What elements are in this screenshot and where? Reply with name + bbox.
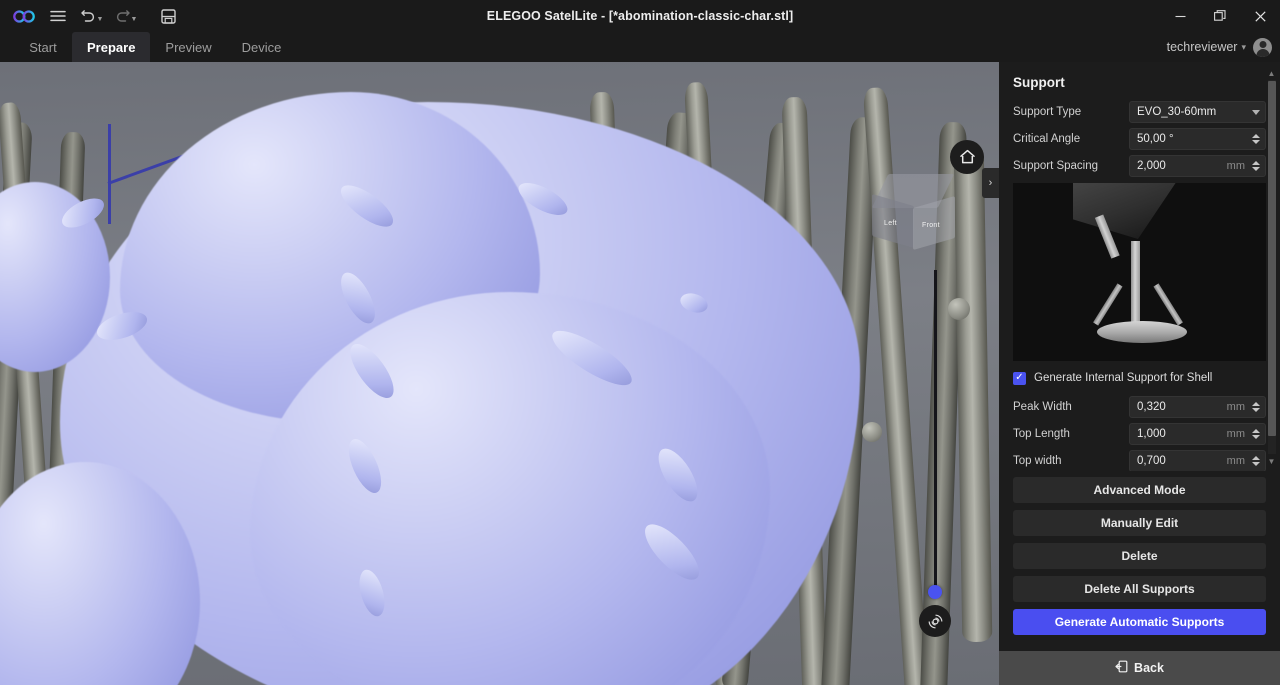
panel-scrollbar[interactable]: ▲ ▼ [1265,67,1278,467]
support-settings-panel: Support Support Type EVO_30-60mm Critica… [999,62,1280,685]
advanced-mode-button[interactable]: Advanced Mode [1013,477,1266,503]
back-button[interactable]: Back [999,651,1280,685]
support-type-value: EVO_30-60mm [1137,106,1217,118]
elegoo-infinity-logo[interactable] [7,1,41,31]
support-spacing-input[interactable]: 2,000 mm [1129,155,1266,177]
preview-support-shaft [1131,241,1140,329]
app-window: ▼ ▼ ELEGOO SatelLite - [*abomination-cla… [0,0,1280,685]
save-icon[interactable] [151,1,185,31]
view-cube-front-label: Front [922,222,940,229]
view-cube-left-label: Left [884,220,897,227]
restore-window-icon[interactable] [1200,0,1240,32]
undo-icon[interactable]: ▼ [75,1,109,31]
3d-viewport[interactable]: › Left Front [0,62,999,685]
tab-prepare[interactable]: Prepare [72,32,151,62]
back-arrow-icon [1115,660,1128,676]
layer-slider-track[interactable] [934,270,937,592]
manually-edit-button[interactable]: Manually Edit [1013,510,1266,536]
row-critical-angle: Critical Angle 50,00 ° [1013,128,1266,150]
target-center-icon[interactable] [919,605,951,637]
label-top-length: Top Length [1013,428,1070,440]
panel-scroll-area[interactable]: Support Support Type EVO_30-60mm Critica… [999,62,1280,471]
preview-support-leg-left [1093,283,1123,326]
support-type-dropdown[interactable]: EVO_30-60mm [1129,101,1266,123]
tab-start[interactable]: Start [14,32,72,62]
label-critical-angle: Critical Angle [1013,133,1081,145]
delete-button[interactable]: Delete [1013,543,1266,569]
spinner-icon[interactable] [1251,402,1260,412]
redo-dropdown-caret[interactable]: ▼ [131,16,138,23]
back-label: Back [1134,661,1164,675]
scroll-down-arrow-icon[interactable]: ▼ [1265,455,1278,467]
peak-width-input[interactable]: 0,320 mm [1129,396,1266,418]
label-support-type: Support Type [1013,106,1082,118]
home-icon[interactable] [950,140,984,174]
top-width-value: 0,700 [1137,455,1166,467]
redo-icon[interactable]: ▼ [109,1,143,31]
preview-overhang-surface [1073,183,1185,239]
spinner-icon[interactable] [1251,456,1260,466]
unit-label: mm [1226,160,1245,172]
window-controls [1160,0,1280,32]
hamburger-menu-icon[interactable] [41,1,75,31]
critical-angle-value: 50,00 ° [1137,133,1174,145]
top-length-value: 1,000 [1137,428,1166,440]
preview-support-leg-right [1153,283,1183,326]
view-cube[interactable]: Left Front [871,174,958,252]
label-peak-width: Peak Width [1013,401,1072,413]
minimize-icon[interactable] [1160,0,1200,32]
3d-scene: › Left Front [0,62,999,685]
unit-label: mm [1226,401,1245,413]
row-top-width: Top width 0,700 mm [1013,450,1266,471]
generate-internal-support-checkbox-row[interactable]: ✓ Generate Internal Support for Shell [1013,368,1266,388]
support-spacing-value: 2,000 [1137,160,1166,172]
undo-dropdown-caret[interactable]: ▼ [97,16,104,23]
row-support-type: Support Type EVO_30-60mm [1013,101,1266,123]
critical-angle-input[interactable]: 50,00 ° [1129,128,1266,150]
user-name: techreviewer [1166,40,1238,54]
title-bar: ▼ ▼ ELEGOO SatelLite - [*abomination-cla… [0,0,1280,32]
build-plate-axis-line [108,124,111,224]
tab-preview[interactable]: Preview [150,32,226,62]
row-support-spacing: Support Spacing 2,000 mm [1013,155,1266,177]
spinner-icon[interactable] [1251,161,1260,171]
row-peak-width: Peak Width 0,320 mm [1013,396,1266,418]
window-title: ELEGOO SatelLite - [*abomination-classic… [486,9,794,23]
user-menu[interactable]: techreviewer ▾ [1167,32,1272,62]
chevron-down-icon[interactable] [1252,109,1260,115]
generate-automatic-supports-button[interactable]: Generate Automatic Supports [1013,609,1266,635]
tab-device[interactable]: Device [227,32,297,62]
generate-internal-support-checkbox[interactable]: ✓ [1013,371,1026,385]
peak-width-value: 0,320 [1137,401,1166,413]
top-width-input[interactable]: 0,700 mm [1129,450,1266,471]
top-length-input[interactable]: 1,000 mm [1129,423,1266,445]
label-support-spacing: Support Spacing [1013,160,1099,172]
spinner-icon[interactable] [1251,134,1260,144]
panel-title: Support [1013,75,1065,90]
unit-label: mm [1226,428,1245,440]
titlebar-toolbar: ▼ ▼ [0,0,185,32]
label-top-width: Top width [1013,455,1062,467]
scroll-up-arrow-icon[interactable]: ▲ [1265,67,1278,79]
main-tab-bar: Start Prepare Preview Device techreviewe… [0,32,1280,62]
preview-support-base [1097,321,1187,343]
unit-label: mm [1226,455,1245,467]
support-preview-render [1013,183,1266,361]
expand-panel-icon[interactable]: › [982,168,999,198]
avatar[interactable] [1253,37,1272,57]
panel-button-stack: Advanced Mode Manually Edit Delete Delet… [999,471,1280,642]
chevron-down-icon[interactable]: ▾ [1241,42,1246,53]
generate-internal-support-label: Generate Internal Support for Shell [1034,372,1213,384]
row-top-length: Top Length 1,000 mm [1013,423,1266,445]
delete-all-supports-button[interactable]: Delete All Supports [1013,576,1266,602]
spinner-icon[interactable] [1251,429,1260,439]
scrollbar-thumb[interactable] [1268,81,1276,436]
close-icon[interactable] [1240,0,1280,32]
layer-slider-handle[interactable] [928,585,942,599]
